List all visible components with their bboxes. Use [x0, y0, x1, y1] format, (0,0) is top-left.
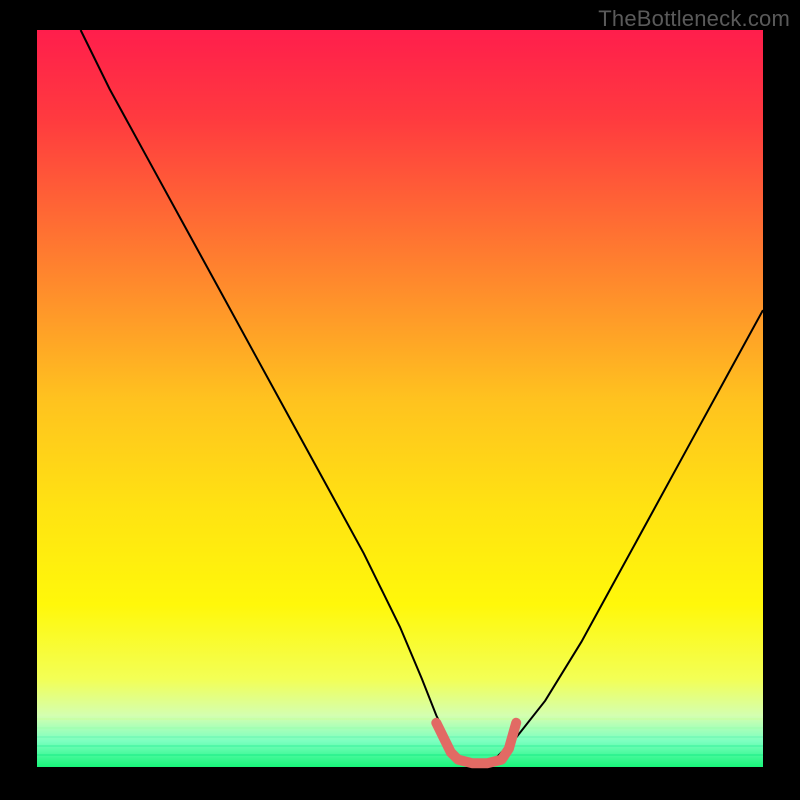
watermark-text: TheBottleneck.com [598, 6, 790, 32]
chart-frame: TheBottleneck.com [0, 0, 800, 800]
plot-background [37, 30, 763, 767]
bottleneck-chart [0, 0, 800, 800]
